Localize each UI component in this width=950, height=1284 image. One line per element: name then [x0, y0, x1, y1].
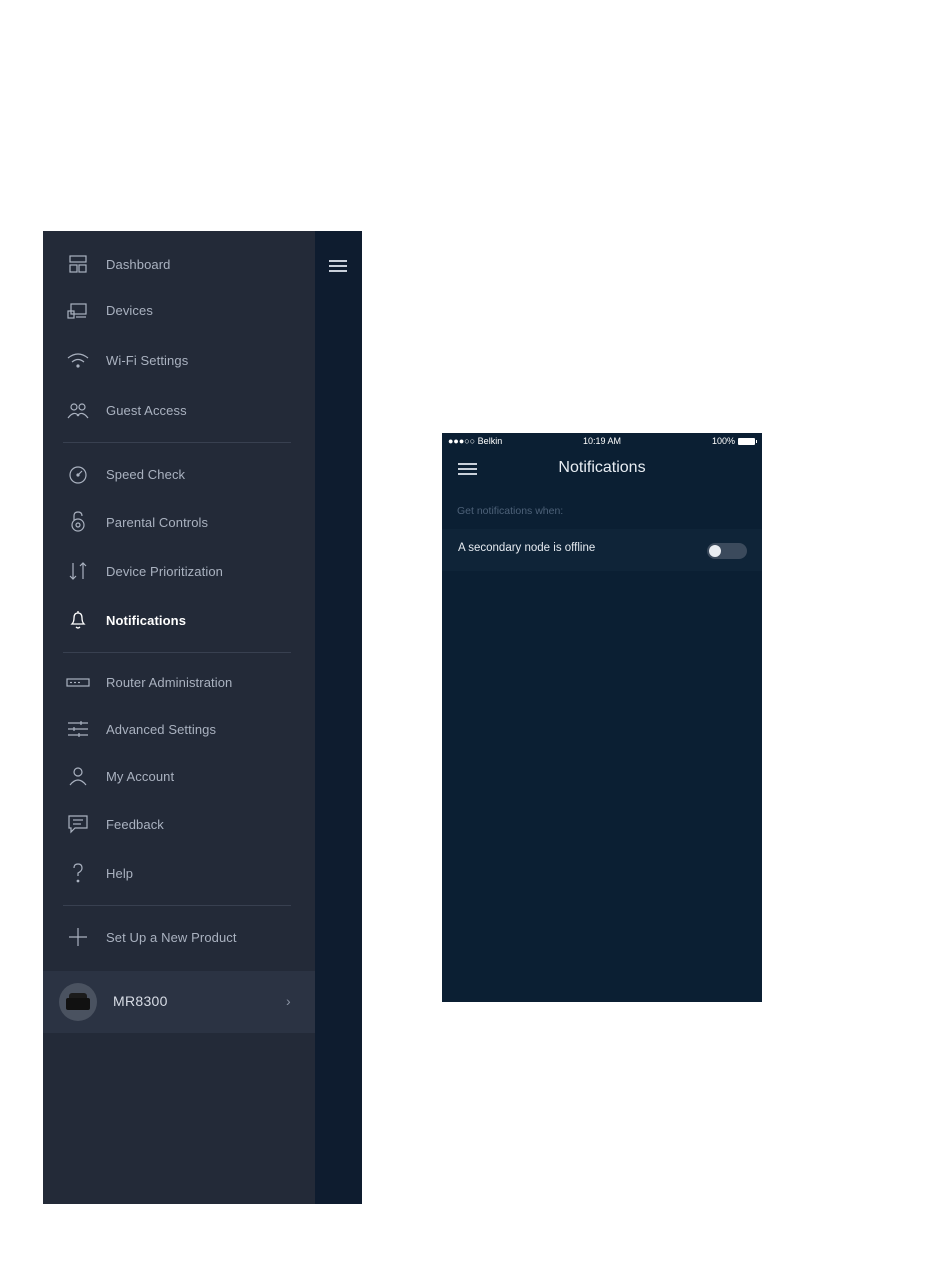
speed-check-icon	[65, 461, 91, 487]
prioritization-icon	[65, 558, 91, 584]
menu-item-label: Dashboard	[106, 256, 171, 272]
status-bar: ●●●○○ Belkin 10:19 AM 100%	[442, 433, 762, 449]
menu-item-label: Device Prioritization	[106, 563, 223, 579]
menu-item-label: Guest Access	[106, 402, 187, 418]
product-avatar	[59, 983, 97, 1021]
hamburger-menu-icon[interactable]	[329, 260, 347, 272]
sliders-icon	[65, 716, 91, 742]
menu-item-label: Router Administration	[106, 674, 233, 690]
menu-item-label: Speed Check	[106, 466, 186, 482]
menu-divider	[63, 905, 291, 906]
menu-item-parental-controls[interactable]: Parental Controls	[43, 504, 315, 540]
guest-access-icon	[65, 397, 91, 423]
status-time: 10:19 AM	[583, 436, 622, 446]
status-carrier: ●●●○○ Belkin	[448, 436, 503, 446]
menu-item-label: Wi-Fi Settings	[106, 352, 189, 368]
parental-controls-icon	[65, 509, 91, 535]
menu-item-label: Devices	[106, 302, 153, 318]
menu-item-set-up-new-product[interactable]: Set Up a New Product	[43, 919, 315, 955]
menu-item-advanced-settings[interactable]: Advanced Settings	[43, 711, 315, 747]
help-icon	[65, 860, 91, 886]
menu-item-device-prioritization[interactable]: Device Prioritization	[43, 553, 315, 589]
router-icon	[65, 669, 91, 695]
menu-item-label: Set Up a New Product	[106, 929, 237, 945]
product-row[interactable]: MR8300 ›	[43, 971, 315, 1033]
section-header: Get notifications when:	[457, 505, 564, 517]
menu-item-dashboard[interactable]: Dashboard	[43, 246, 315, 282]
account-icon	[65, 763, 91, 789]
notification-setting-row: A secondary node is offline	[442, 529, 762, 571]
dashboard-icon	[65, 251, 91, 277]
menu-overlay-strip[interactable]	[315, 231, 362, 1204]
menu-item-label: Help	[106, 865, 134, 881]
menu-item-guest-access[interactable]: Guest Access	[43, 392, 315, 428]
wifi-icon	[65, 347, 91, 373]
menu-item-label: Notifications	[106, 612, 187, 628]
menu-item-feedback[interactable]: Feedback	[43, 806, 315, 842]
menu-divider	[63, 442, 291, 443]
battery-icon	[738, 438, 757, 445]
menu-divider	[63, 652, 291, 653]
side-menu-screen: Dashboard Devices Wi-Fi Settings Guest A…	[43, 231, 362, 1204]
bell-icon	[65, 607, 91, 633]
chevron-right-icon: ›	[286, 993, 291, 1009]
devices-icon	[65, 297, 91, 323]
menu-item-my-account[interactable]: My Account	[43, 758, 315, 794]
menu-item-notifications[interactable]: Notifications	[43, 602, 315, 638]
toggle-knob	[709, 545, 721, 557]
menu-item-devices[interactable]: Devices	[43, 292, 315, 328]
notifications-screen: ●●●○○ Belkin 10:19 AM 100% Notifications…	[442, 433, 762, 1002]
menu-item-label: My Account	[106, 768, 175, 784]
side-menu-panel: Dashboard Devices Wi-Fi Settings Guest A…	[43, 231, 315, 1204]
feedback-icon	[65, 811, 91, 837]
plus-icon	[65, 924, 91, 950]
menu-item-label: Advanced Settings	[106, 721, 217, 737]
menu-item-router-administration[interactable]: Router Administration	[43, 664, 315, 700]
product-name: MR8300	[113, 993, 168, 1009]
menu-item-wifi-settings[interactable]: Wi-Fi Settings	[43, 342, 315, 378]
secondary-node-offline-toggle[interactable]	[707, 543, 747, 559]
menu-item-label: Feedback	[106, 816, 164, 832]
menu-item-speed-check[interactable]: Speed Check	[43, 456, 315, 492]
setting-label: A secondary node is offline	[458, 542, 596, 554]
menu-item-label: Parental Controls	[106, 514, 209, 530]
page-title: Notifications	[558, 459, 646, 476]
menu-item-help[interactable]: Help	[43, 855, 315, 891]
status-battery: 100%	[712, 436, 736, 446]
